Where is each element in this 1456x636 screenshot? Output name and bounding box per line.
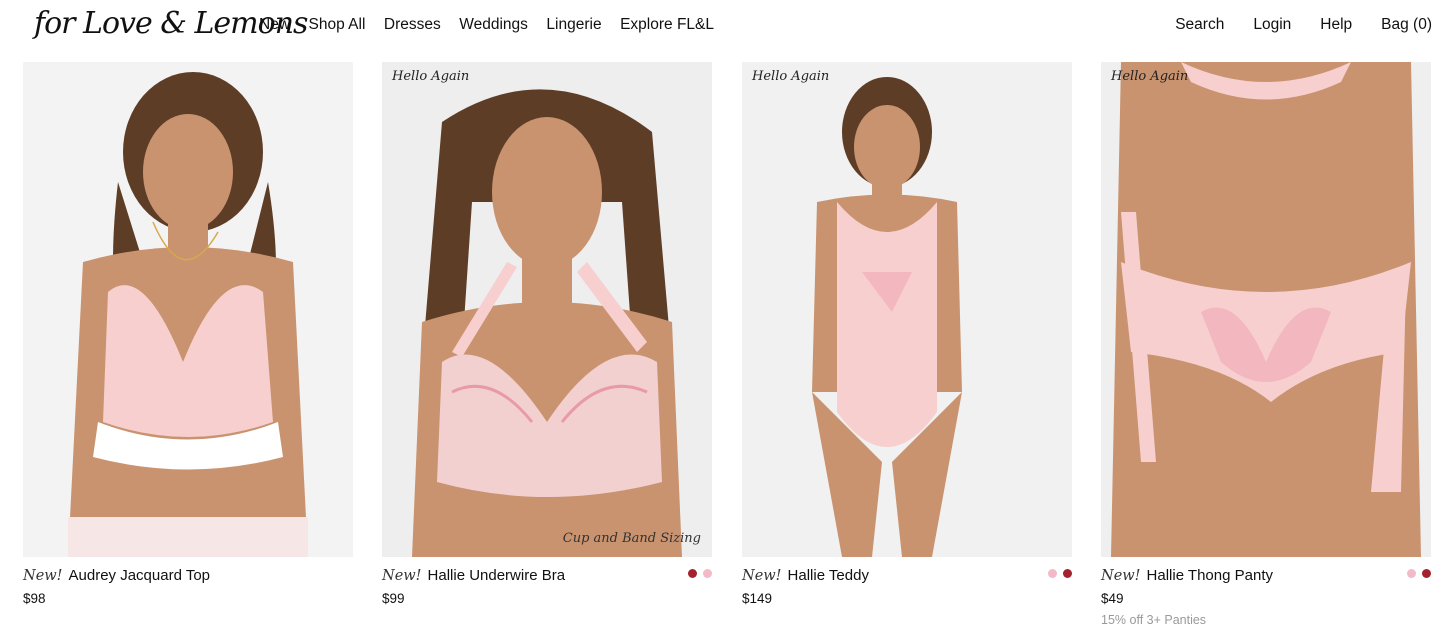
product-image[interactable]: Hello Again <box>1101 62 1431 557</box>
nav-item-new[interactable]: New <box>259 14 290 36</box>
color-swatches <box>682 569 712 578</box>
product-name: Hallie Underwire Bra <box>427 567 566 584</box>
product-card[interactable]: New! Audrey Jacquard Top $98 <box>23 62 353 636</box>
main-nav: New Shop All Dresses Weddings Lingerie E… <box>259 14 733 36</box>
product-name: Audrey Jacquard Top <box>68 567 210 584</box>
product-price: $98 <box>23 591 46 606</box>
swatch-pink[interactable] <box>703 569 712 578</box>
product-title[interactable]: New! Audrey Jacquard Top <box>23 567 210 584</box>
promo-text: 15% off 3+ Panties <box>1101 613 1207 627</box>
product-name: Hallie Teddy <box>787 567 869 584</box>
new-label: New! <box>382 568 422 584</box>
product-title[interactable]: New! Hallie Underwire Bra <box>382 567 565 584</box>
nav-item-explore[interactable]: Explore FL&L <box>620 14 714 36</box>
product-title[interactable]: New! Hallie Thong Panty <box>1101 567 1273 584</box>
product-info: New! Audrey Jacquard Top $98 <box>23 557 353 636</box>
swatch-pink[interactable] <box>1407 569 1416 578</box>
collection-badge: Hello Again <box>752 69 830 84</box>
product-card[interactable]: Hello Again New! Hallie Thong Panty $49 1… <box>1101 62 1431 636</box>
new-label: New! <box>23 568 63 584</box>
swatch-red[interactable] <box>1422 569 1431 578</box>
site-header: for Love & Lemons New Shop All Dresses W… <box>0 0 1456 50</box>
product-price: $49 <box>1101 591 1124 606</box>
login-link[interactable]: Login <box>1253 14 1291 36</box>
color-swatches <box>1042 569 1072 578</box>
collection-badge: Hello Again <box>1111 69 1189 84</box>
nav-item-weddings[interactable]: Weddings <box>459 14 528 36</box>
product-info: New! Hallie Underwire Bra $99 <box>382 557 712 636</box>
help-link[interactable]: Help <box>1320 14 1352 36</box>
swatch-red[interactable] <box>688 569 697 578</box>
nav-item-dresses[interactable]: Dresses <box>384 14 441 36</box>
product-name: Hallie Thong Panty <box>1146 567 1273 584</box>
product-image[interactable]: Hello Again <box>742 62 1072 557</box>
utility-nav: Search Login Help Bag (0) <box>1146 14 1432 36</box>
new-label: New! <box>742 568 782 584</box>
product-image[interactable]: Hello Again Cup and Band Sizing <box>382 62 712 557</box>
nav-item-shop-all[interactable]: Shop All <box>309 14 366 36</box>
nav-item-lingerie[interactable]: Lingerie <box>546 14 601 36</box>
new-label: New! <box>1101 568 1141 584</box>
product-title[interactable]: New! Hallie Teddy <box>742 567 869 584</box>
color-swatches <box>1401 569 1431 578</box>
collection-badge: Hello Again <box>392 69 470 84</box>
swatch-pink[interactable] <box>1048 569 1057 578</box>
bag-link[interactable]: Bag (0) <box>1381 14 1432 36</box>
product-card[interactable]: Hello Again Cup and Band Sizing New! Hall… <box>382 62 712 636</box>
product-price: $149 <box>742 591 773 606</box>
sizing-label: Cup and Band Sizing <box>562 531 701 546</box>
product-grid: New! Audrey Jacquard Top $98 Hello Again … <box>23 62 1433 636</box>
product-info: New! Hallie Thong Panty $49 15% off 3+ Pa… <box>1101 557 1431 636</box>
product-image[interactable] <box>23 62 353 557</box>
swatch-red[interactable] <box>1063 569 1072 578</box>
product-price: $99 <box>382 591 405 606</box>
product-info: New! Hallie Teddy $149 <box>742 557 1072 636</box>
search-link[interactable]: Search <box>1175 14 1224 36</box>
product-card[interactable]: Hello Again New! Hallie Teddy $149 <box>742 62 1072 636</box>
